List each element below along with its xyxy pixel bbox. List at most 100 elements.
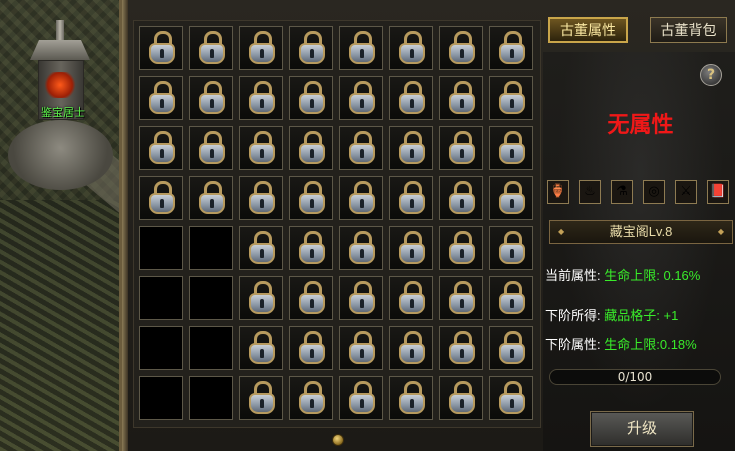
next-gain-label: 下阶所得: [545, 308, 601, 323]
storage-slot-locked[interactable] [289, 276, 333, 320]
furnace-glow [44, 72, 76, 98]
storage-slot-locked[interactable] [389, 26, 433, 70]
storage-slot-locked[interactable] [489, 326, 533, 370]
storage-slot-locked[interactable] [339, 126, 383, 170]
next-gain: 下阶所得: 藏品格子: +1 [545, 305, 678, 324]
padlock-icon [199, 181, 225, 215]
storage-slot-locked[interactable] [439, 76, 483, 120]
pagoda-roof [30, 40, 90, 60]
storage-slot-locked[interactable] [439, 276, 483, 320]
padlock-icon [449, 381, 475, 415]
storage-slot-locked[interactable] [339, 226, 383, 270]
padlock-icon [249, 331, 275, 365]
next-attribute: 下阶属性: 生命上限:0.18% [545, 334, 697, 353]
storage-slot-locked[interactable] [439, 326, 483, 370]
storage-slot-locked[interactable] [239, 176, 283, 220]
padlock-icon [499, 181, 525, 215]
padlock-icon [349, 331, 375, 365]
storage-slot-locked[interactable] [489, 26, 533, 70]
storage-slot-empty[interactable] [189, 326, 233, 370]
storage-slot-locked[interactable] [489, 176, 533, 220]
upgrade-button[interactable]: 升级 [590, 411, 694, 447]
storage-slot-empty[interactable] [139, 376, 183, 420]
storage-slot-locked[interactable] [339, 176, 383, 220]
storage-slot-locked[interactable] [439, 176, 483, 220]
tab-antique-bag[interactable]: 古董背包 [650, 17, 727, 43]
ring-icon[interactable]: ◎ [643, 180, 665, 204]
storage-slot-locked[interactable] [439, 226, 483, 270]
npc-name-label[interactable]: 鉴宝居士 [41, 104, 85, 120]
storage-slot-empty[interactable] [189, 276, 233, 320]
padlock-icon [499, 381, 525, 415]
padlock-icon [249, 31, 275, 65]
storage-slot-locked[interactable] [239, 126, 283, 170]
storage-slot-locked[interactable] [389, 76, 433, 120]
storage-slot-locked[interactable] [189, 126, 233, 170]
storage-slot-locked[interactable] [339, 326, 383, 370]
treasury-level: 藏宝阁Lv.8 [549, 220, 733, 244]
storage-slot-locked[interactable] [489, 226, 533, 270]
scroll-indicator[interactable] [332, 434, 344, 446]
storage-slot-empty[interactable] [189, 376, 233, 420]
storage-slot-locked[interactable] [339, 276, 383, 320]
storage-slot-locked[interactable] [289, 76, 333, 120]
book-icon[interactable]: 📕 [707, 180, 729, 204]
padlock-icon [349, 81, 375, 115]
storage-slot-locked[interactable] [489, 376, 533, 420]
storage-slot-locked[interactable] [439, 26, 483, 70]
storage-slot-locked[interactable] [239, 326, 283, 370]
storage-slot-locked[interactable] [189, 176, 233, 220]
padlock-icon [149, 31, 175, 65]
sword-icon[interactable]: ⚔ [675, 180, 697, 204]
storage-slot-locked[interactable] [289, 26, 333, 70]
storage-slot-locked[interactable] [439, 376, 483, 420]
storage-slot-locked[interactable] [439, 126, 483, 170]
storage-slot-locked[interactable] [389, 126, 433, 170]
padlock-icon [199, 131, 225, 165]
padlock-icon [399, 31, 425, 65]
storage-slot-locked[interactable] [139, 126, 183, 170]
potion-icon[interactable]: ⚗ [611, 180, 633, 204]
storage-slot-locked[interactable] [389, 226, 433, 270]
storage-slot-locked[interactable] [389, 326, 433, 370]
storage-slot-locked[interactable] [289, 226, 333, 270]
bottle-icon[interactable]: 🏺 [547, 180, 569, 204]
storage-slot-locked[interactable] [389, 176, 433, 220]
storage-slot-locked[interactable] [239, 376, 283, 420]
storage-slot-locked[interactable] [239, 226, 283, 270]
storage-slot-locked[interactable] [389, 276, 433, 320]
storage-slot-locked[interactable] [289, 326, 333, 370]
storage-slot-locked[interactable] [339, 26, 383, 70]
storage-slot-locked[interactable] [489, 276, 533, 320]
storage-slot-locked[interactable] [289, 126, 333, 170]
storage-slot-locked[interactable] [289, 376, 333, 420]
padlock-icon [299, 181, 325, 215]
storage-slot-locked[interactable] [139, 26, 183, 70]
padlock-icon [499, 281, 525, 315]
storage-slot-locked[interactable] [289, 176, 333, 220]
padlock-icon [399, 81, 425, 115]
storage-slot-empty[interactable] [189, 226, 233, 270]
help-icon[interactable]: ? [700, 64, 722, 86]
crest-icon[interactable]: ♨ [579, 180, 601, 204]
storage-slot-locked[interactable] [489, 126, 533, 170]
padlock-icon [449, 31, 475, 65]
storage-slot-locked[interactable] [189, 76, 233, 120]
padlock-icon [499, 331, 525, 365]
padlock-icon [299, 131, 325, 165]
storage-slot-locked[interactable] [139, 76, 183, 120]
storage-slot-empty[interactable] [139, 226, 183, 270]
tab-antique-attributes[interactable]: 古董属性 [548, 17, 628, 43]
storage-slot-locked[interactable] [339, 376, 383, 420]
storage-slot-empty[interactable] [139, 276, 183, 320]
storage-slot-empty[interactable] [139, 326, 183, 370]
storage-slot-locked[interactable] [239, 76, 283, 120]
storage-slot-locked[interactable] [339, 76, 383, 120]
storage-slot-locked[interactable] [239, 26, 283, 70]
storage-slot-locked[interactable] [139, 176, 183, 220]
storage-slot-locked[interactable] [489, 76, 533, 120]
storage-slot-locked[interactable] [189, 26, 233, 70]
storage-slot-locked[interactable] [239, 276, 283, 320]
padlock-icon [349, 31, 375, 65]
storage-slot-locked[interactable] [389, 376, 433, 420]
